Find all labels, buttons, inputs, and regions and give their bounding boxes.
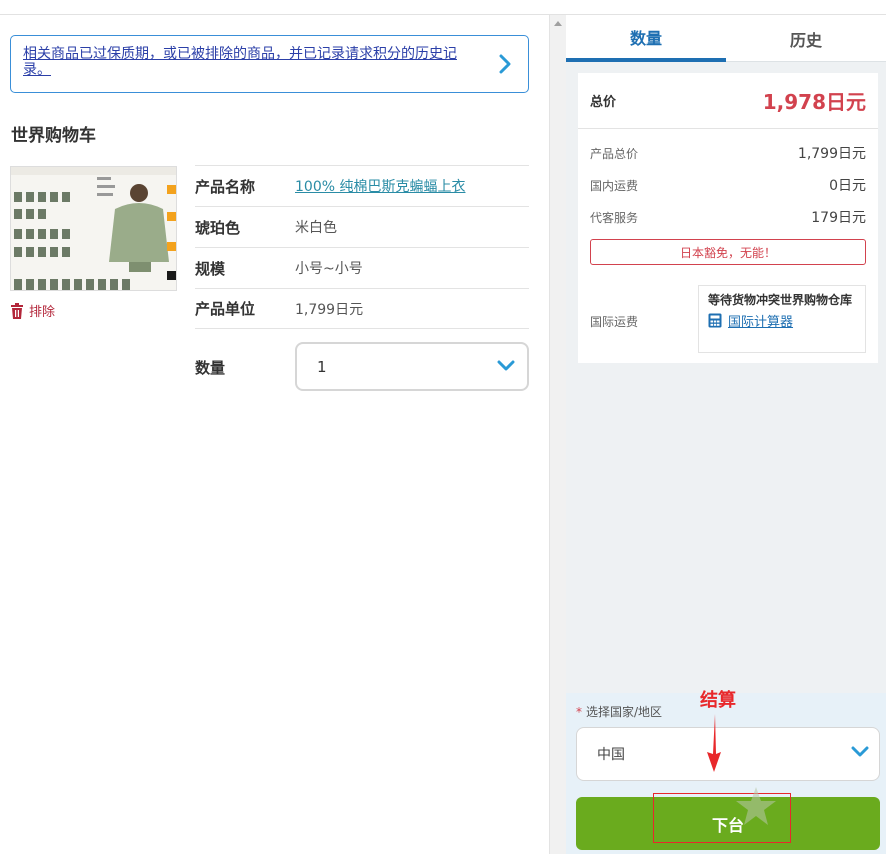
total-label: 总价 bbox=[590, 95, 617, 110]
quantity-label: 数量 bbox=[195, 359, 226, 377]
intl-wait-text: 等待货物冲突世界购物仓库 bbox=[708, 293, 853, 307]
top-border bbox=[0, 0, 886, 15]
annotation-label: 结算 bbox=[700, 690, 736, 711]
scrollbar[interactable] bbox=[549, 15, 566, 854]
domestic-shipping-value: 0日元 bbox=[829, 178, 866, 194]
product-total-value: 1,799日元 bbox=[797, 146, 866, 162]
country-label: * 选择国家/地区 bbox=[576, 703, 662, 720]
size-value: 小号~小号 bbox=[295, 261, 363, 277]
arrow-down-icon bbox=[707, 714, 721, 772]
product-total-label: 产品总价 bbox=[590, 146, 639, 161]
summary-sidebar: 数量 历史 总价 1,978日元 产品总价 1,799日元 国内运费 0日元 代… bbox=[566, 15, 886, 854]
table-row: 规模 小号~小号 bbox=[195, 247, 529, 288]
service-fee-value: 179日元 bbox=[811, 210, 866, 226]
table-row: 产品单位 1,799日元 bbox=[195, 288, 529, 329]
product-info-table: 产品名称 100% 纯棉巴斯克蝙蝠上衣 琥珀色 米白色 规模 小号~小号 产品单… bbox=[195, 165, 529, 329]
notice-link[interactable]: 相关商品已过保质期，或已被排除的商品，并已记录请求积分的历史记录。 bbox=[23, 46, 480, 78]
list-item: 代客服务 179日元 bbox=[578, 201, 878, 233]
unit-price-value: 1,799日元 bbox=[295, 301, 364, 318]
service-fee-label: 代客服务 bbox=[590, 210, 639, 225]
chevron-down-icon bbox=[851, 746, 869, 757]
quantity-select[interactable]: 1 bbox=[295, 342, 529, 391]
required-mark: * bbox=[576, 705, 582, 719]
quantity-value: 1 bbox=[317, 357, 327, 376]
calculator-icon bbox=[708, 313, 722, 328]
domestic-shipping-label: 国内运费 bbox=[590, 178, 639, 193]
sidebar-tabs: 数量 历史 bbox=[566, 15, 886, 62]
price-summary: 总价 1,978日元 产品总价 1,799日元 国内运费 0日元 代客服务 17… bbox=[578, 73, 878, 363]
product-image-icon bbox=[11, 167, 176, 290]
country-label-text: 选择国家/地区 bbox=[586, 705, 663, 719]
chevron-down-icon bbox=[497, 360, 515, 371]
table-row: 琥珀色 米白色 bbox=[195, 206, 529, 247]
product-thumbnail[interactable] bbox=[10, 166, 177, 291]
intl-shipping-label: 国际运费 bbox=[590, 315, 639, 329]
product-name-link[interactable]: 100% 纯棉巴斯克蝙蝠上衣 bbox=[295, 176, 465, 196]
country-value: 中国 bbox=[597, 747, 625, 763]
country-select[interactable]: 中国 bbox=[576, 727, 880, 781]
product-name-label: 产品名称 bbox=[195, 177, 256, 196]
chevron-right-icon[interactable] bbox=[496, 53, 514, 75]
trash-icon bbox=[11, 302, 23, 319]
list-item: 国内运费 0日元 bbox=[578, 169, 878, 201]
total-value: 1,978日元 bbox=[762, 90, 866, 114]
cart-title: 世界购物车 bbox=[11, 126, 96, 146]
intl-shipping-box: 等待货物冲突世界购物仓库 国际计算器 bbox=[698, 285, 866, 353]
intl-calculator-link[interactable]: 国际计算器 bbox=[708, 311, 856, 330]
remove-label: 排除 bbox=[29, 305, 56, 320]
total-row: 总价 1,978日元 bbox=[578, 73, 878, 129]
color-value: 米白色 bbox=[295, 220, 337, 236]
size-label: 规模 bbox=[195, 259, 226, 278]
international-shipping: 国际运费 等待货物冲突世界购物仓库 国际计算器 bbox=[578, 285, 878, 353]
notice-banner[interactable]: 相关商品已过保质期，或已被排除的商品，并已记录请求积分的历史记录。 bbox=[10, 35, 529, 93]
scroll-up-icon[interactable] bbox=[554, 21, 562, 26]
warning-badge: 日本豁免，无能！ bbox=[590, 239, 866, 265]
color-label: 琥珀色 bbox=[195, 218, 241, 237]
intl-calculator-label: 国际计算器 bbox=[728, 315, 794, 330]
remove-button[interactable]: 排除 bbox=[10, 301, 55, 320]
table-row: 产品名称 100% 纯棉巴斯克蝙蝠上衣 bbox=[195, 165, 529, 206]
tab-history[interactable]: 历史 bbox=[726, 15, 886, 62]
star-watermark-icon bbox=[736, 787, 776, 825]
list-item: 产品总价 1,799日元 bbox=[578, 137, 878, 169]
tab-quantity[interactable]: 数量 bbox=[566, 15, 726, 62]
cart-pane: 相关商品已过保质期，或已被排除的商品，并已记录请求积分的历史记录。 世界购物车 bbox=[0, 15, 549, 854]
unit-price-label: 产品单位 bbox=[195, 300, 256, 318]
